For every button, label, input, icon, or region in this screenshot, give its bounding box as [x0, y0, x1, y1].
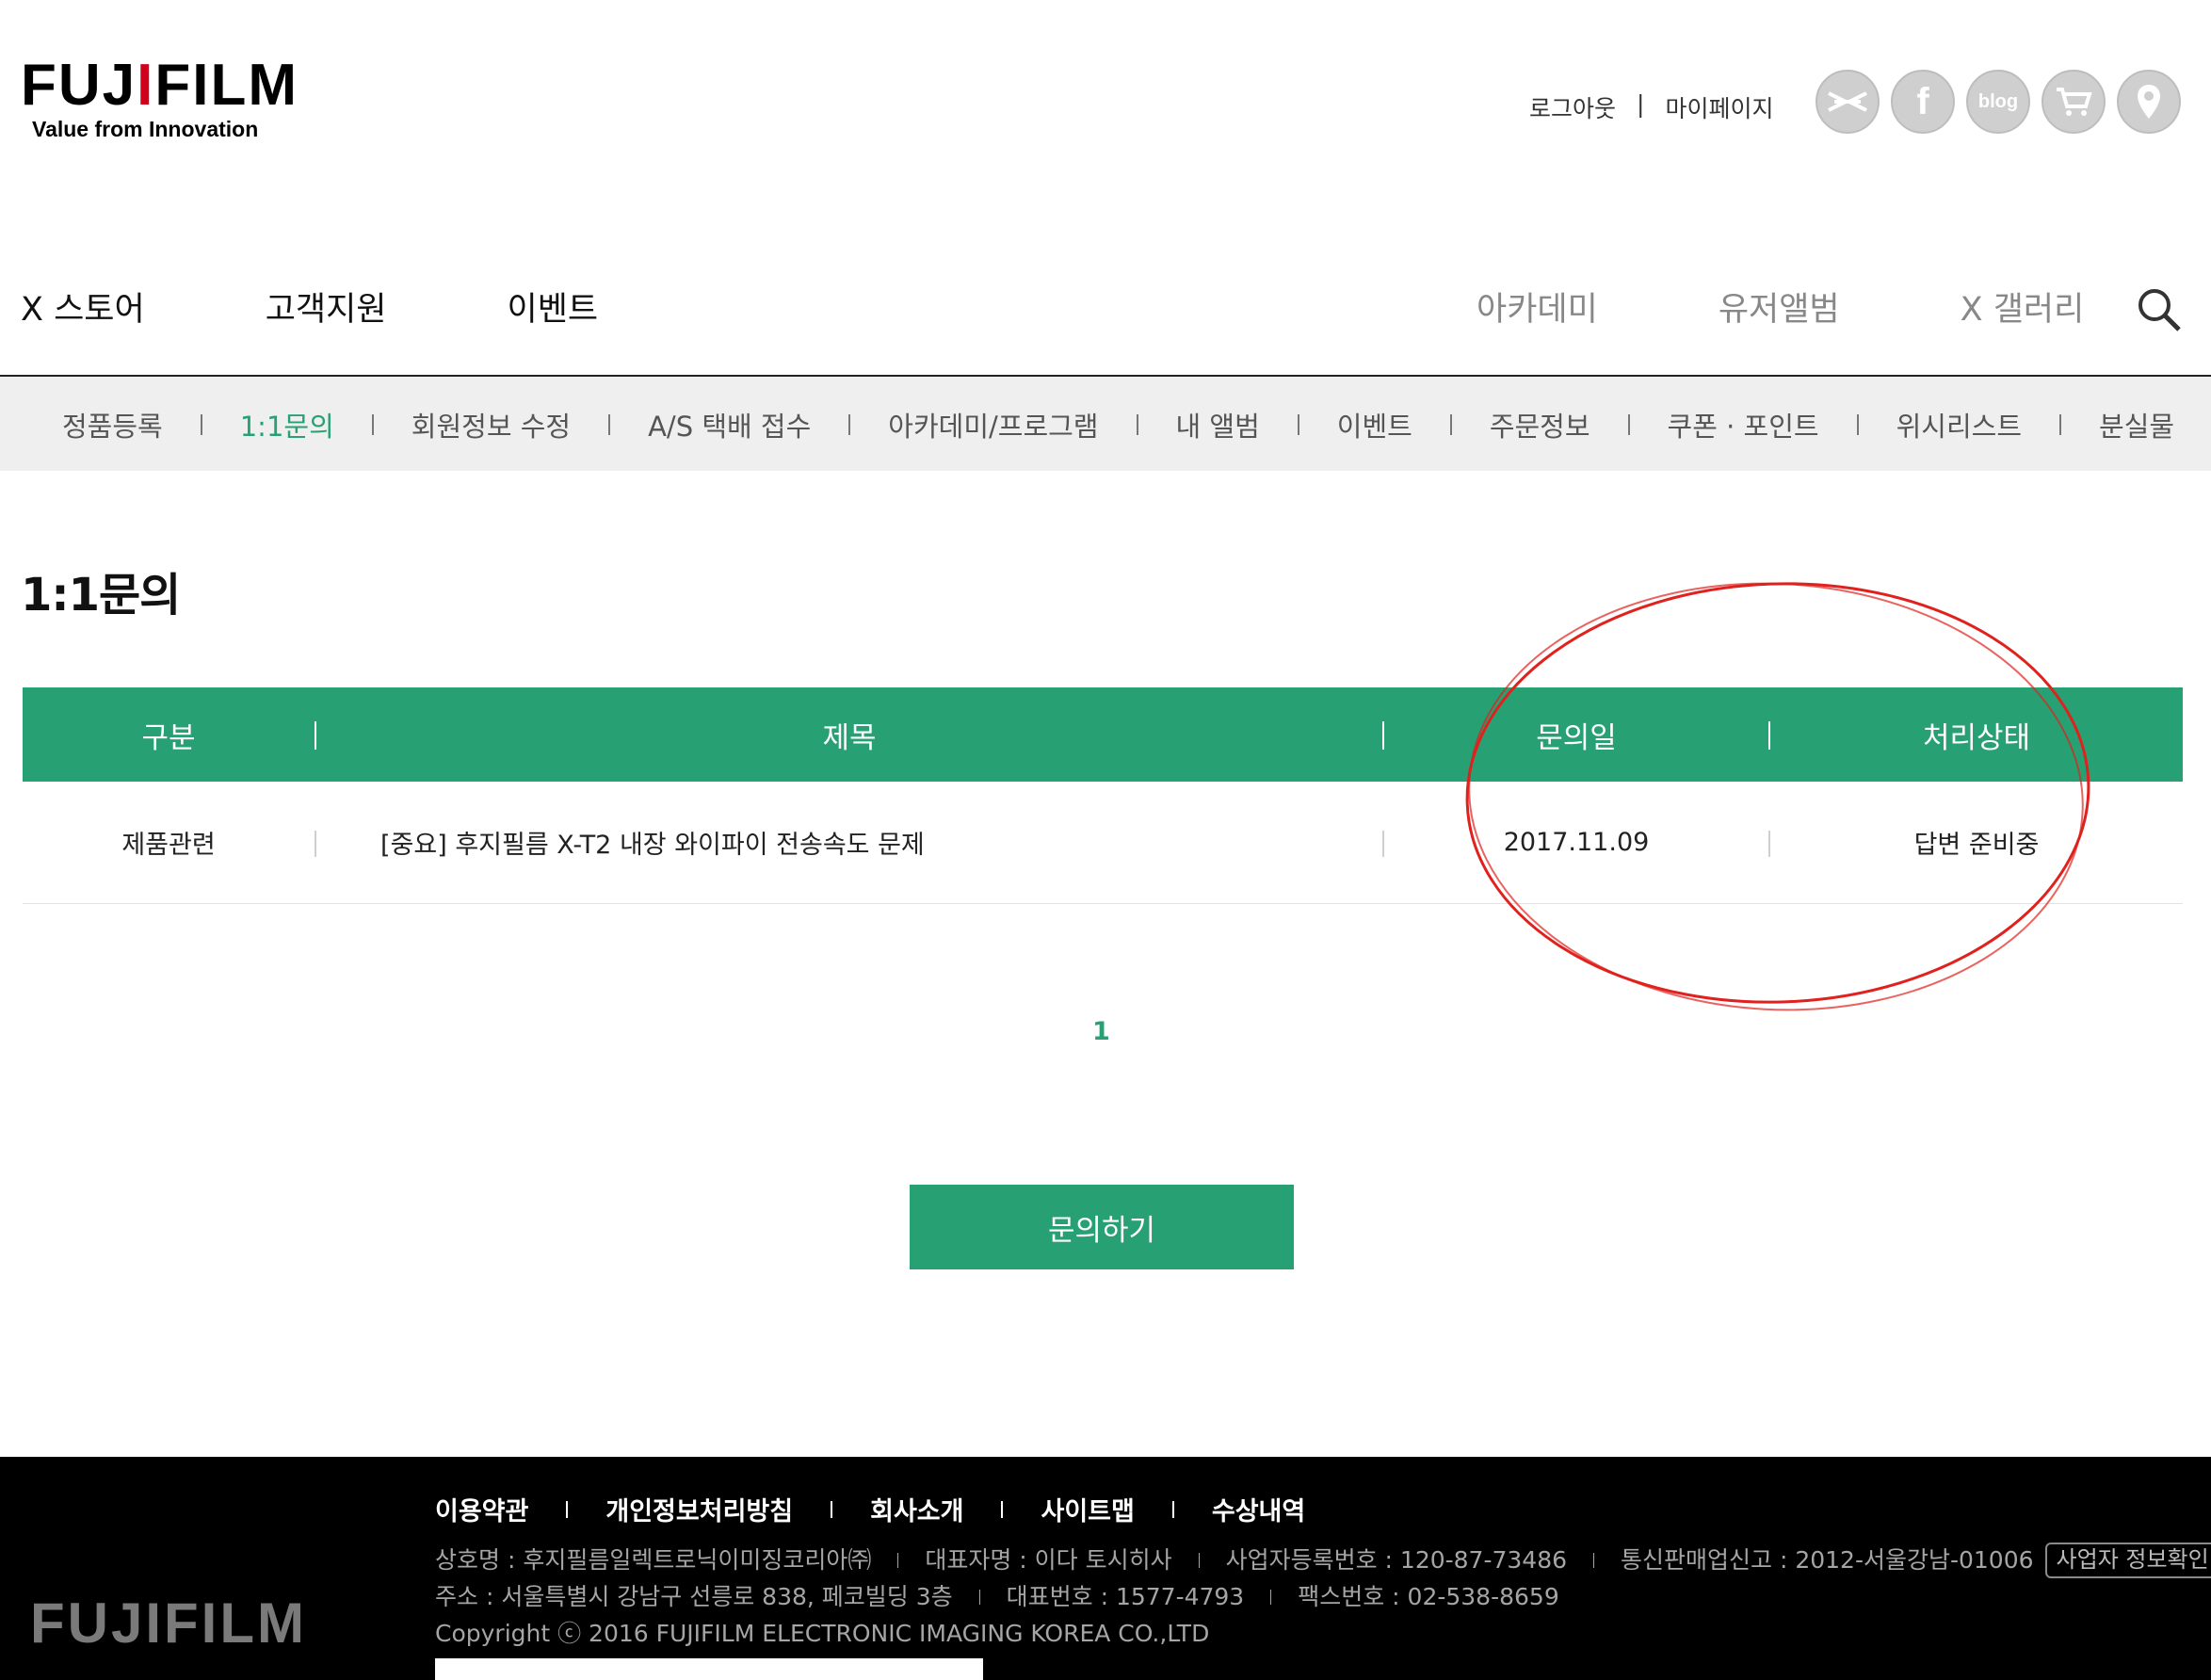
nav-x-store[interactable]: X 스토어 — [21, 283, 145, 331]
row-category: 제품관련 — [121, 831, 216, 860]
right-nav: 아카데미 유저앨범 X 갤러리 — [1477, 283, 2084, 331]
header-title: 제목 — [822, 720, 877, 755]
subnav-item[interactable]: 이벤트 — [1337, 405, 1412, 444]
subnav-separator — [200, 414, 202, 435]
footer-logo: FUJIFILM — [30, 1591, 307, 1655]
footer-ceo: 대표자명 : 이다 토시히사 — [925, 1546, 1172, 1574]
row-status: 답변 준비중 — [1913, 831, 2040, 860]
subnav-separator — [1449, 414, 1452, 435]
subnav-separator — [2059, 414, 2062, 435]
header-category: 구분 — [141, 720, 196, 755]
subnav-separator — [371, 414, 374, 435]
footer-company: 상호명 : 후지필름일렉트로닉이미징코리아㈜ — [435, 1546, 872, 1574]
footer-link-separator — [566, 1500, 569, 1518]
pagination-current-page[interactable]: 1 — [1092, 1017, 1110, 1046]
inquire-button[interactable]: 문의하기 — [910, 1185, 1294, 1269]
subnav-separator — [1627, 414, 1630, 435]
subnav-separator — [1136, 414, 1138, 435]
subnav-item[interactable]: 내 앨범 — [1176, 405, 1260, 444]
subnav-item[interactable]: 분실물 — [2099, 405, 2174, 444]
top-links-separator: | — [1637, 90, 1645, 118]
footer-fax: 팩스번호 : 02-538-8659 — [1298, 1583, 1559, 1610]
header-status: 처리상태 — [1922, 720, 2031, 755]
footer-badge-box — [435, 1658, 983, 1680]
x-store-icon[interactable] — [1816, 70, 1880, 134]
subnav-item[interactable]: 정품등록 — [62, 405, 163, 444]
sub-nav: 정품등록 1:1문의 회원정보 수정 A/S 택배 접수 아카데미/프로그램 내 앨범 이벤… — [0, 377, 2211, 471]
subnav-separator — [848, 414, 851, 435]
row-separator — [315, 831, 316, 857]
logo-tagline: Value from Innovation — [32, 117, 259, 141]
cart-icon[interactable] — [2042, 70, 2106, 134]
footer-mail-order: 통신판매업신고 : 2012-서울강남-01006 — [1621, 1546, 2034, 1574]
biz-info-check-button[interactable]: 사업자 정보확인 ▸ — [2044, 1542, 2211, 1578]
subnav-item[interactable]: 주문정보 — [1490, 405, 1590, 444]
mypage-link[interactable]: 마이페이지 — [1665, 90, 1773, 124]
inquiry-table: 구분 제목 문의일 처리상태 제품관련 [중요] 후지필름 X-T2 내장 와이… — [23, 687, 2183, 904]
subnav-separator — [608, 414, 611, 435]
footer-info: 상호명 : 후지필름일렉트로닉이미징코리아㈜ 대표자명 : 이다 토시히사 사업… — [435, 1542, 2211, 1652]
search-icon[interactable] — [2136, 286, 2183, 333]
main-nav: X 스토어 고객지원 이벤트 — [21, 283, 598, 331]
footer-copyright: Copyright ⓒ 2016 FUJIFILM ELECTRONIC IMA… — [435, 1620, 1210, 1647]
footer-address: 주소 : 서울특별시 강남구 선릉로 838, 페코빌딩 3층 — [435, 1583, 953, 1610]
subnav-separator — [1297, 414, 1299, 435]
footer-phone: 대표번호 : 1577-4793 — [1006, 1583, 1245, 1610]
footer-link[interactable]: 이용약관 — [435, 1491, 528, 1527]
nav-user-album[interactable]: 유저앨범 — [1719, 283, 1840, 331]
social-icons: f blog — [1816, 70, 2181, 134]
subnav-item[interactable]: 1:1문의 — [240, 405, 334, 444]
fujifilm-logo[interactable]: FUJIFILM Value from Innovation — [21, 53, 299, 142]
footer-link-separator — [1001, 1500, 1004, 1518]
row-date: 2017.11.09 — [1503, 828, 1650, 857]
subnav-item[interactable]: 쿠폰 · 포인트 — [1668, 405, 1819, 444]
nav-x-gallery[interactable]: X 갤러리 — [1961, 283, 2085, 331]
blog-icon[interactable]: blog — [1966, 70, 2030, 134]
row-title-link[interactable]: [중요] 후지필름 X-T2 내장 와이파이 전송속도 문제 — [380, 782, 1379, 903]
nav-academy[interactable]: 아카데미 — [1477, 283, 1598, 331]
location-icon[interactable] — [2117, 70, 2181, 134]
logout-link[interactable]: 로그아웃 — [1529, 90, 1616, 124]
footer-links: 이용약관 개인정보처리방침 회사소개 사이트맵 수상내역 — [435, 1491, 1305, 1527]
footer: FUJIFILM 이용약관 개인정보처리방침 회사소개 사이트맵 수상내역 상호명 : … — [0, 1457, 2211, 1680]
footer-link[interactable]: 수상내역 — [1212, 1491, 1305, 1527]
page-title: 1:1문의 — [21, 569, 181, 622]
header-date: 문의일 — [1536, 720, 1617, 755]
nav-customer-support[interactable]: 고객지원 — [266, 283, 387, 331]
facebook-icon[interactable]: f — [1891, 70, 1955, 134]
footer-link[interactable]: 회사소개 — [870, 1491, 963, 1527]
nav-event[interactable]: 이벤트 — [508, 283, 599, 331]
subnav-separator — [1856, 414, 1859, 435]
footer-link-separator — [831, 1500, 833, 1518]
logo-wordmark: FUJIFILM — [21, 53, 299, 118]
subnav-item[interactable]: 회원정보 수정 — [412, 405, 571, 444]
footer-link-separator — [1171, 1500, 1174, 1518]
footer-link[interactable]: 개인정보처리방침 — [605, 1491, 793, 1527]
subnav-item[interactable]: 위시리스트 — [1896, 405, 2022, 444]
table-header: 구분 제목 문의일 처리상태 — [23, 687, 2183, 782]
subnav-item[interactable]: A/S 택배 접수 — [648, 405, 811, 444]
footer-biz-no: 사업자등록번호 : 120-87-73486 — [1225, 1546, 1568, 1574]
table-row[interactable]: 제품관련 [중요] 후지필름 X-T2 내장 와이파이 전송속도 문제 2017… — [23, 782, 2183, 904]
top-links: 로그아웃 | 마이페이지 — [1529, 90, 1773, 124]
subnav-item[interactable]: 아카데미/프로그램 — [888, 405, 1098, 444]
footer-link[interactable]: 사이트맵 — [1041, 1491, 1134, 1527]
